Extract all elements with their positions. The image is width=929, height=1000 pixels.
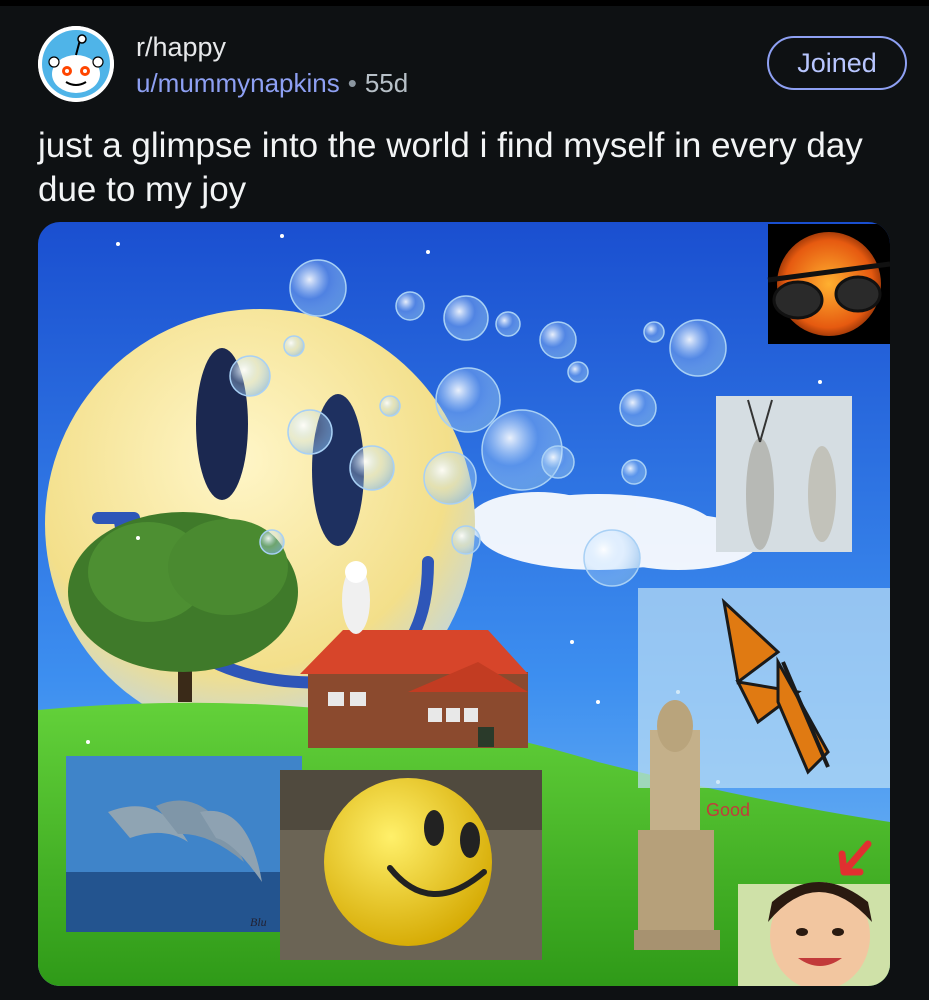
bottom-strip (0, 988, 929, 1000)
post-title[interactable]: just a glimpse into the world i find mys… (38, 124, 898, 212)
reddit-snoo-icon (38, 26, 114, 102)
house-icon (300, 630, 528, 748)
top-bar (0, 0, 929, 6)
subreddit-name[interactable]: r/happy (136, 32, 226, 63)
subreddit-avatar[interactable] (38, 26, 114, 102)
collage-image: Blu Good (38, 222, 890, 986)
username[interactable]: u/mummynapkins (136, 68, 340, 98)
dolphins-icon: Blu (66, 756, 302, 932)
child-face-icon (738, 882, 890, 986)
post-age: 55d (364, 68, 409, 98)
meta-separator: • (347, 68, 357, 98)
insects-icon (716, 396, 852, 552)
caption-good: Good (706, 800, 750, 820)
post-image[interactable]: Blu Good (38, 222, 890, 986)
smiley-ball-icon (280, 770, 542, 960)
sun-sunglasses-icon (767, 224, 890, 344)
post-meta: u/mummynapkins • 55d (136, 68, 408, 99)
dolphin-tag: Blu (250, 915, 267, 929)
joined-button[interactable]: Joined (767, 36, 907, 90)
